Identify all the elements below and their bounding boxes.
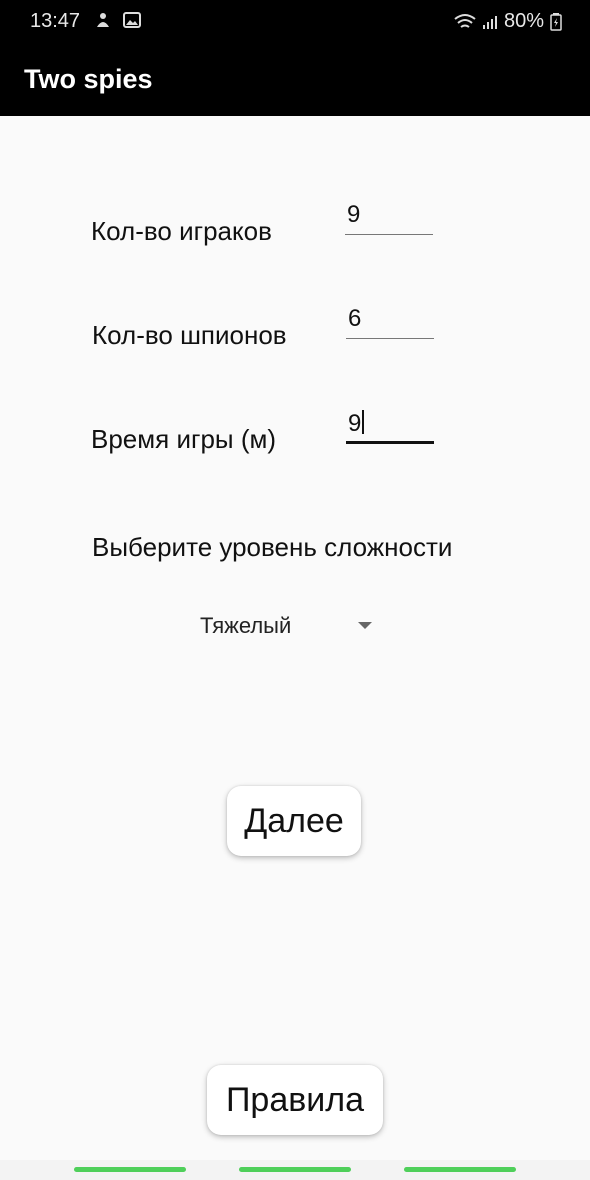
- time-input[interactable]: 9: [346, 410, 434, 444]
- time-label: Время игры (м): [91, 424, 277, 454]
- navigation-bar: [0, 1160, 590, 1180]
- text-caret: [362, 410, 365, 434]
- nav-home-button[interactable]: [239, 1167, 351, 1172]
- status-bar: 13:47 80%: [0, 0, 590, 44]
- dropdown-arrow-icon: [358, 622, 372, 629]
- app-title: Two spies: [24, 64, 153, 94]
- spies-input[interactable]: 6: [346, 305, 434, 339]
- spies-label: Кол-во шпионов: [92, 320, 287, 350]
- players-label: Кол-во играков: [91, 216, 272, 246]
- app-bar: Two spies: [0, 44, 590, 116]
- notification-icon: [97, 13, 109, 27]
- signal-icon: [482, 15, 497, 29]
- next-button[interactable]: Далее: [227, 786, 361, 856]
- players-input[interactable]: 9: [345, 201, 433, 235]
- time-value: 9: [348, 410, 362, 437]
- difficulty-selected: Тяжелый: [200, 613, 292, 638]
- players-value: 9: [347, 201, 361, 228]
- battery-percent: 80%: [503, 10, 544, 32]
- rules-button[interactable]: Правила: [207, 1065, 383, 1135]
- status-icons-left: [95, 11, 141, 29]
- nav-back-button[interactable]: [404, 1167, 516, 1172]
- wifi-icon: [454, 13, 476, 28]
- status-right: 80%: [454, 10, 562, 33]
- image-icon: [123, 12, 141, 28]
- status-time: 13:47: [30, 10, 81, 32]
- battery-icon: [550, 12, 562, 31]
- difficulty-dropdown[interactable]: Тяжелый: [200, 606, 390, 646]
- difficulty-prompt: Выберите уровень сложности: [92, 532, 453, 562]
- spies-value: 6: [348, 305, 362, 332]
- nav-recents-button[interactable]: [74, 1167, 186, 1172]
